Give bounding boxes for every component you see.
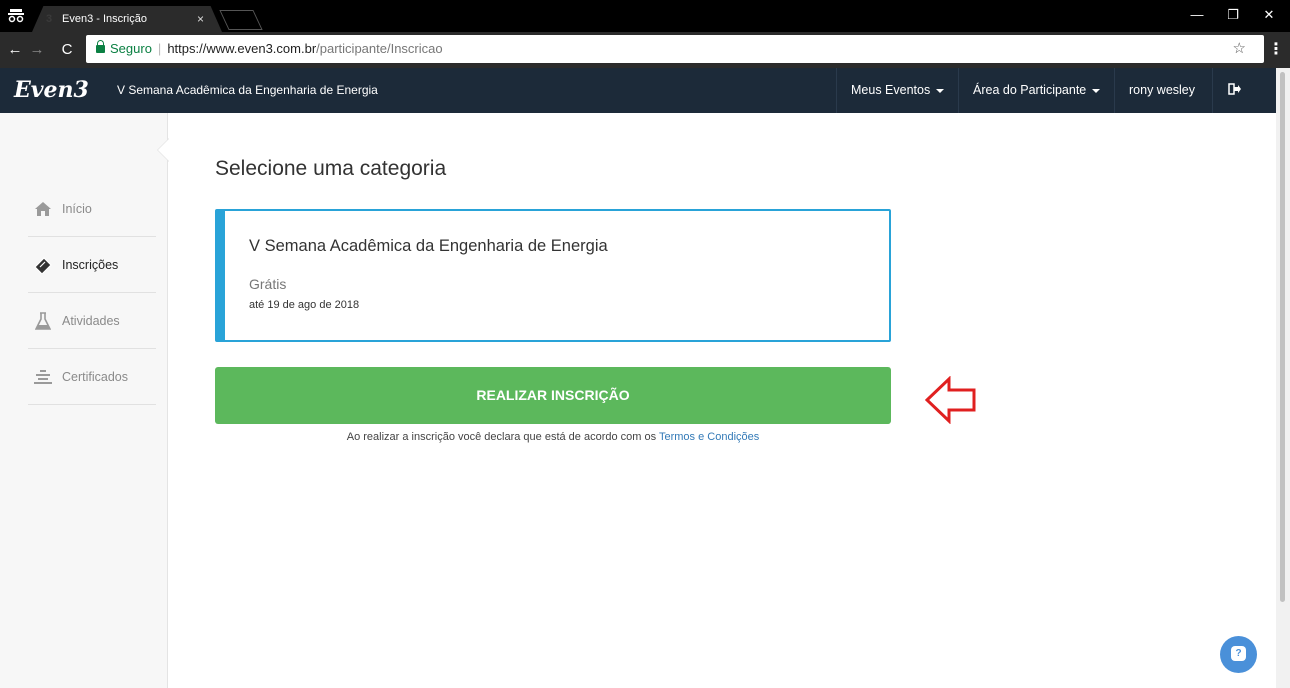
browser-menu-icon[interactable]: ⋮ — [1268, 39, 1284, 61]
even3-favicon-icon: 3 — [46, 13, 53, 25]
question-icon: ? — [1231, 646, 1246, 661]
sidebar-item-label: Inscrições — [62, 258, 119, 272]
forward-icon[interactable]: → — [28, 39, 46, 61]
category-deadline: até 19 de ago de 2018 — [249, 299, 360, 311]
user-name-link[interactable]: rony wesley — [1114, 68, 1209, 113]
sidebar: Início Inscrições Atividades Certificado… — [0, 113, 168, 688]
page-scrollbar[interactable] — [1276, 68, 1290, 688]
realizar-inscricao-button[interactable]: REALIZAR INSCRIÇÃO — [215, 367, 891, 424]
tab-title: Even3 - Inscrição — [62, 13, 147, 25]
bookmark-star-icon[interactable]: ☆ — [1233, 35, 1246, 63]
even3-logo[interactable]: Even3 — [14, 76, 89, 104]
area-participante-label: Área do Participante — [973, 83, 1087, 97]
terms-notice: Ao realizar a inscrição você declara que… — [215, 431, 891, 443]
sidebar-item-label: Início — [62, 202, 92, 216]
active-indicator — [158, 139, 169, 161]
terms-text: Ao realizar a inscrição você declara que… — [346, 431, 659, 443]
logout-icon[interactable] — [1228, 82, 1244, 98]
page-title: Selecione uma categoria — [215, 157, 447, 180]
address-bar[interactable]: Seguro | https://www.even3.com.br/particip… — [86, 35, 1264, 63]
incognito-icon — [6, 6, 26, 26]
sidebar-item-certificados[interactable]: Certificados — [28, 349, 156, 405]
meus-eventos-label: Meus Eventos — [851, 83, 931, 97]
secure-label: Seguro — [110, 41, 152, 56]
browser-tab[interactable]: 3 Even3 - Inscrição × — [32, 6, 222, 32]
browser-tabstrip: 3 Even3 - Inscrição × — ❐ ✕ — [0, 0, 1290, 32]
annotation-arrow-icon — [924, 375, 977, 425]
app-header: Even3 V Semana Acadêmica da Engenharia d… — [0, 68, 1276, 113]
sidebar-item-atividades[interactable]: Atividades — [28, 293, 156, 349]
tab-close-icon[interactable]: × — [197, 6, 204, 32]
ticket-icon — [32, 237, 54, 298]
caret-down-icon — [936, 88, 945, 93]
category-name: V Semana Acadêmica da Engenharia de Ener… — [249, 237, 608, 255]
lock-icon — [96, 40, 105, 53]
back-icon[interactable]: ← — [6, 39, 24, 61]
area-participante-dropdown[interactable]: Área do Participante — [958, 68, 1114, 113]
sidebar-item-label: Certificados — [62, 370, 128, 384]
category-price: Grátis — [249, 276, 287, 292]
sidebar-item-inscricoes[interactable]: Inscrições — [28, 237, 156, 293]
url-host: https://www.even3.com.br — [167, 41, 317, 56]
sidebar-item-label: Atividades — [62, 314, 120, 328]
scrollbar-thumb[interactable] — [1280, 72, 1285, 602]
close-window-button[interactable]: ✕ — [1254, 4, 1284, 26]
restore-button[interactable]: ❐ — [1218, 4, 1248, 26]
terms-link[interactable]: Termos e Condições — [659, 431, 759, 443]
reload-icon[interactable]: C — [58, 39, 76, 61]
sidebar-item-inicio[interactable]: Início — [28, 181, 156, 237]
minimize-button[interactable]: — — [1182, 4, 1212, 26]
category-card[interactable]: V Semana Acadêmica da Engenharia de Ener… — [215, 209, 891, 342]
url-path: /participante/Inscricao — [316, 41, 443, 56]
url-separator: | — [157, 41, 162, 56]
user-name: rony wesley — [1129, 83, 1195, 97]
caret-down-icon — [1092, 88, 1101, 93]
meus-eventos-dropdown[interactable]: Meus Eventos — [836, 68, 958, 113]
browser-toolbar: ← → C Seguro | https://www.even3.com.br/pa… — [0, 32, 1290, 68]
event-title[interactable]: V Semana Acadêmica da Engenharia de Ener… — [117, 68, 378, 113]
flask-icon — [32, 293, 54, 354]
home-icon — [32, 181, 54, 241]
new-tab-button[interactable] — [219, 10, 263, 30]
certificate-icon — [32, 349, 54, 409]
help-chat-button[interactable]: ? — [1220, 636, 1257, 673]
